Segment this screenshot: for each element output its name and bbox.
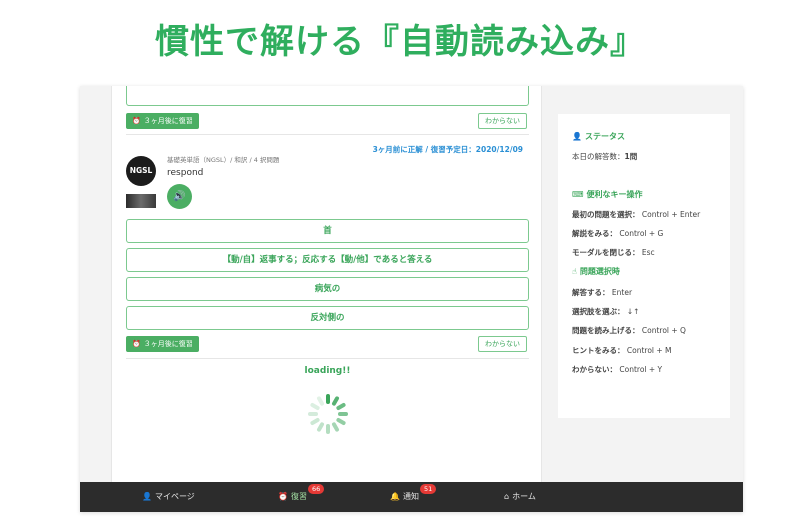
review-meta: 3ヶ月前に正解 / 復習予定日：2020/12/09 [372,145,523,154]
nav-mypage[interactable]: 👤 マイページ [142,482,195,512]
key-hint: モーダルを閉じる： Esc [572,248,655,257]
review-badge: 66 [308,484,325,494]
alarm-clock-icon: ⏰ [132,117,141,125]
keys-heading: ⌨ 便利なキー操作 [572,190,643,199]
nav-notice[interactable]: 🔔 通知 [390,482,419,512]
loading-text: loading!! [304,366,351,376]
answer-option-1[interactable]: 首 [126,219,529,243]
bottom-nav: 👤 マイページ ⏰ 復習 66 🔔 通知 51 ⌂ ホーム [80,482,743,512]
key-hint: 解答する： Enter [572,288,633,297]
nav-review[interactable]: ⏰ 復習 [278,482,307,512]
answer-option-3[interactable]: 病気の [126,277,529,301]
home-icon: ⌂ [504,492,510,501]
divider [126,358,529,359]
key-hint: 解説をみる： Control + G [572,229,664,238]
user-icon: 👤 [142,492,152,501]
pointer-icon: ☝ [572,267,577,276]
dont-know-button-2[interactable]: わからない [478,336,527,352]
ngsl-logo: NGSL [126,156,156,186]
key-hint: 選択肢を選ぶ： ↓↑ [572,307,640,316]
selection-heading: ☝ 問題選択時 [572,267,620,276]
divider [126,134,529,135]
key-hint: 問題を読み上げる： Control + Q [572,326,686,335]
dont-know-button[interactable]: わからない [478,113,527,129]
status-heading: 👤 ステータス [572,132,625,141]
nav-home[interactable]: ⌂ ホーム [504,482,536,512]
answer-option-4[interactable]: 反対側の [126,306,529,330]
speaker-button[interactable]: 🔊 [167,184,192,209]
key-hint: 最初の問題を選択： Control + Enter [572,210,701,219]
key-hint: わからない： Control + Y [572,365,663,374]
alarm-clock-icon: ⏰ [132,340,141,348]
key-hint: ヒントをみる： Control + M [572,346,672,355]
review-later-label: ３ヶ月後に復習 [143,340,193,348]
review-later-button-2[interactable]: ⏰ ３ヶ月後に復習 [126,336,199,352]
review-later-label: ３ヶ月後に復習 [143,117,193,125]
keyboard-icon: ⌨ [572,190,584,199]
answer-option-partial[interactable] [126,86,529,106]
bell-icon: 🔔 [390,492,400,501]
user-icon: 👤 [572,132,582,141]
loading-spinner [308,394,348,434]
question-category: 基礎英単語（NGSL）/ 和訳 / 4 択問題 [167,156,280,164]
app-window: ⏰ ３ヶ月後に復習 わからない 3ヶ月前に正解 / 復習予定日：2020/12/0… [80,86,743,512]
question-word: respond [167,168,204,178]
speaker-icon: 🔊 [173,191,186,202]
solved-count: 本日の解答数：1問 [572,152,638,161]
review-later-button[interactable]: ⏰ ３ヶ月後に復習 [126,113,199,129]
alarm-clock-icon: ⏰ [278,492,288,501]
headline: 慣性で解ける『自動読み込み』 [155,22,645,62]
notice-badge: 51 [420,484,437,494]
question-column: ⏰ ３ヶ月後に復習 わからない 3ヶ月前に正解 / 復習予定日：2020/12/0… [111,86,542,482]
video-thumbnail[interactable] [126,194,156,208]
info-sidebar: 👤 ステータス 本日の解答数：1問 ⌨ 便利なキー操作 最初の問題を選択： Cont… [558,114,730,418]
answer-option-2[interactable]: 【動/自】返事する；反応する【動/他】であると答える [126,248,529,272]
